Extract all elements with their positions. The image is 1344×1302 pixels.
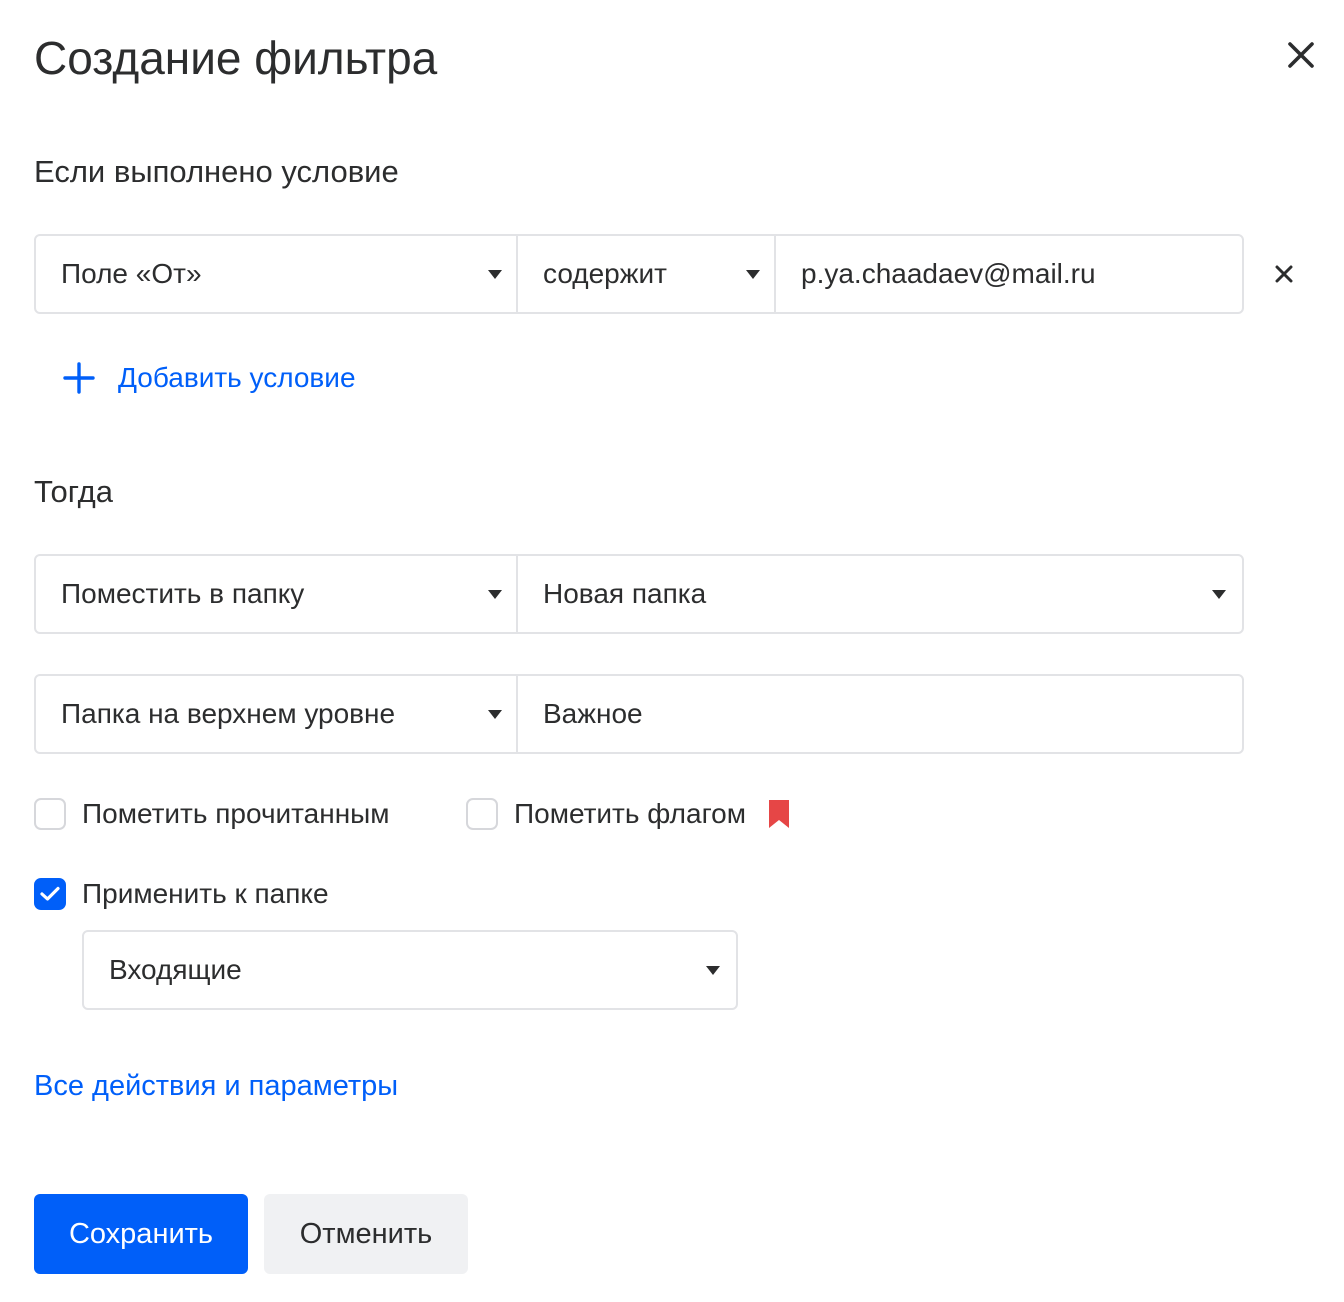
condition-value-input[interactable]: p.ya.chaadaev@mail.ru	[774, 236, 1242, 312]
add-condition-button[interactable]: Добавить условие	[62, 356, 356, 400]
caret-down-icon	[746, 270, 760, 279]
condition-operator-select[interactable]: содержит	[516, 236, 774, 312]
folder-level-value: Папка на верхнем уровне	[61, 698, 396, 729]
flag-icon	[769, 800, 789, 828]
mark-flag-label: Пометить флагом	[514, 798, 746, 829]
close-icon	[1275, 265, 1293, 283]
apply-to-folder-checkbox[interactable]: Применить к папке	[34, 874, 329, 914]
folder-level-select[interactable]: Папка на верхнем уровне	[36, 676, 516, 752]
all-actions-link[interactable]: Все действия и параметры	[34, 1070, 398, 1103]
caret-down-icon	[488, 710, 502, 719]
add-condition-label: Добавить условие	[118, 362, 356, 393]
folder-name-input[interactable]: Важное	[516, 676, 1242, 752]
filter-dialog: Создание фильтра Если выполнено условие …	[0, 0, 1344, 1302]
condition-row: Поле «От» содержит p.ya.chaadaev@mail.ru	[34, 234, 1244, 314]
dialog-title: Создание фильтра	[34, 32, 438, 84]
remove-condition-button[interactable]	[1268, 258, 1300, 290]
close-icon	[1288, 42, 1314, 68]
mark-read-checkbox[interactable]: Пометить прочитанным	[34, 794, 390, 834]
action-section-label: Тогда	[34, 474, 113, 509]
folder-name-text: Важное	[543, 698, 643, 729]
new-folder-row: Папка на верхнем уровне Важное	[34, 674, 1244, 754]
condition-section-label: Если выполнено условие	[34, 154, 399, 189]
save-button[interactable]: Сохранить	[34, 1194, 248, 1274]
action-row: Поместить в папку Новая папка	[34, 554, 1244, 634]
condition-value-text: p.ya.chaadaev@mail.ru	[801, 258, 1096, 289]
apply-to-folder-label: Применить к папке	[82, 878, 329, 909]
action-type-value: Поместить в папку	[61, 578, 305, 609]
caret-down-icon	[488, 590, 502, 599]
condition-field-select[interactable]: Поле «От»	[36, 236, 516, 312]
checkbox-box[interactable]	[34, 878, 66, 910]
mark-flag-checkbox[interactable]: Пометить флагом	[466, 794, 790, 834]
close-button[interactable]	[1280, 34, 1322, 76]
plus-icon	[63, 362, 95, 394]
action-type-select[interactable]: Поместить в папку	[36, 556, 516, 632]
caret-down-icon	[488, 270, 502, 279]
apply-folder-select[interactable]: Входящие	[82, 930, 738, 1010]
caret-down-icon	[706, 966, 720, 975]
mark-read-label: Пометить прочитанным	[82, 798, 390, 829]
caret-down-icon	[1212, 590, 1226, 599]
checkbox-box[interactable]	[466, 798, 498, 830]
cancel-button[interactable]: Отменить	[264, 1194, 468, 1274]
checkbox-box[interactable]	[34, 798, 66, 830]
apply-folder-value: Входящие	[109, 954, 242, 985]
checkmark-icon	[40, 886, 60, 901]
condition-field-value: Поле «От»	[61, 258, 202, 289]
target-folder-value: Новая папка	[543, 578, 707, 609]
condition-operator-value: содержит	[543, 258, 667, 289]
target-folder-select[interactable]: Новая папка	[516, 556, 1242, 632]
